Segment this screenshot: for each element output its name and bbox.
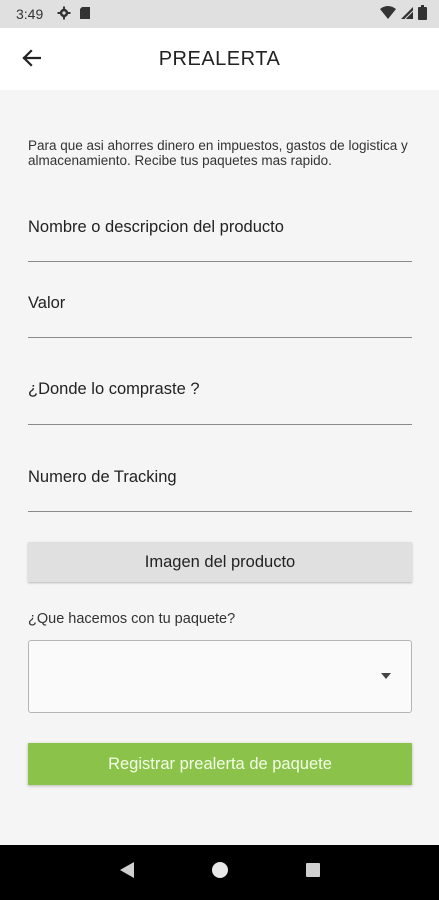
- back-triangle-icon: [119, 861, 135, 884]
- product-name-label: Nombre o descripcion del producto: [28, 218, 284, 236]
- signal-icon: [400, 6, 414, 23]
- purchase-place-field[interactable]: ¿Donde lo compraste ?: [28, 366, 412, 425]
- package-action-label: ¿Que hacemos con tu paquete?: [28, 611, 236, 627]
- arrow-left-icon: [21, 48, 42, 72]
- value-field[interactable]: Valor: [28, 280, 412, 338]
- page-title: PREALERTA: [158, 47, 281, 70]
- battery-icon: [418, 5, 427, 23]
- nav-home-button[interactable]: [205, 858, 235, 888]
- value-label: Valor: [28, 294, 66, 312]
- package-action-select[interactable]: [28, 640, 412, 713]
- status-bar: 3:49: [0, 0, 439, 28]
- prealert-form: Para que asi ahorres dinero en impuestos…: [0, 90, 439, 845]
- home-circle-icon: [211, 861, 229, 884]
- nav-back-button[interactable]: [112, 858, 142, 888]
- back-button[interactable]: [18, 47, 44, 73]
- system-nav-bar: [0, 845, 439, 900]
- intro-text: Para que asi ahorres dinero en impuestos…: [28, 138, 408, 168]
- chevron-down-icon: [381, 673, 391, 679]
- tracking-number-field[interactable]: Numero de Tracking: [28, 452, 412, 512]
- register-prealert-button[interactable]: Registrar prealerta de paquete: [28, 743, 412, 785]
- product-image-button[interactable]: Imagen del producto: [28, 542, 412, 582]
- tracking-number-label: Numero de Tracking: [28, 468, 177, 486]
- wifi-icon: [380, 5, 396, 23]
- app-bar: PREALERTA: [0, 28, 439, 90]
- settings-icon: [57, 6, 71, 23]
- product-name-field[interactable]: Nombre o descripcion del producto: [28, 202, 412, 262]
- nav-recents-button[interactable]: [298, 858, 328, 888]
- purchase-place-label: ¿Donde lo compraste ?: [28, 380, 200, 398]
- status-time: 3:49: [16, 6, 44, 22]
- sd-card-icon: [79, 6, 91, 23]
- recents-square-icon: [305, 862, 321, 883]
